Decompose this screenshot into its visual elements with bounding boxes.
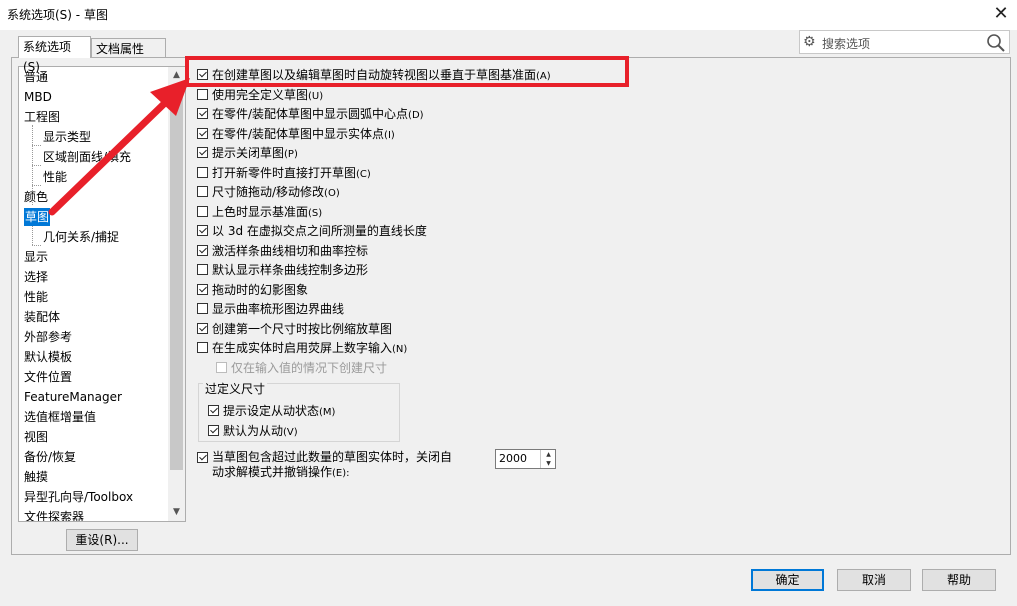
annotation-arrow [48, 78, 190, 216]
tab-system-options[interactable]: 系统选项(S) [18, 36, 91, 74]
